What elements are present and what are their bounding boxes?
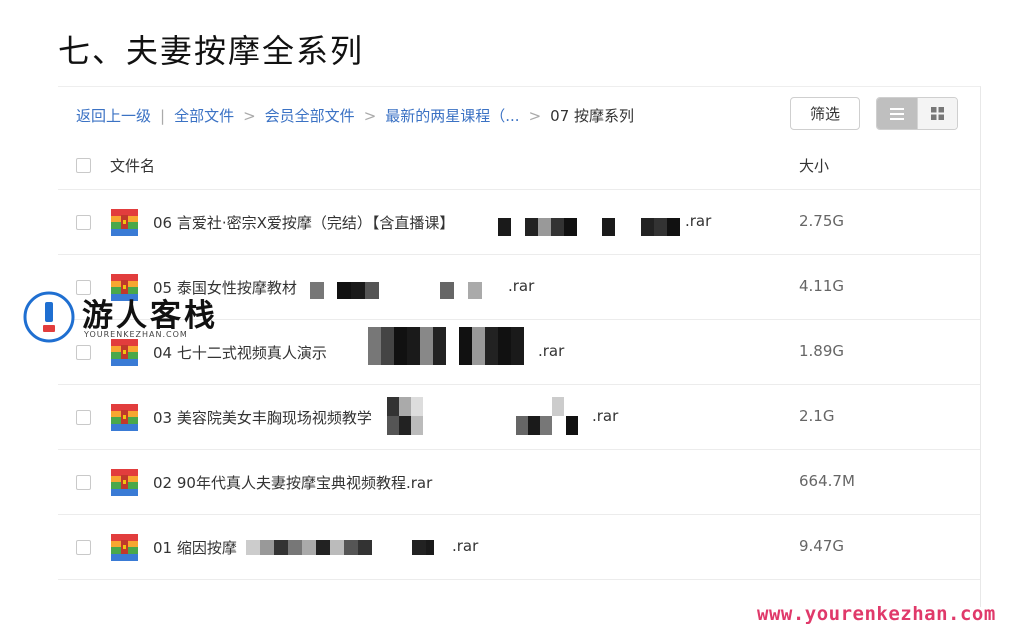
select-all-checkbox[interactable] (76, 158, 91, 173)
file-size: 2.1G (799, 407, 835, 425)
grid-view-button[interactable] (916, 98, 957, 129)
list-view-button[interactable] (877, 98, 917, 129)
watermark-title: 游人客栈 (82, 298, 218, 334)
file-name[interactable]: 03 美容院美女丰胸现场视频教学 (153, 407, 372, 428)
breadcrumb-separator: > (243, 106, 256, 125)
rar-archive-icon (111, 404, 138, 431)
file-name[interactable]: 06 言爱社·密宗X爱按摩（完结）【含直播课】 (153, 212, 454, 233)
column-header-name[interactable]: 文件名 (110, 155, 155, 176)
breadcrumb-separator: > (363, 106, 377, 125)
view-mode-toggle (876, 97, 958, 130)
filter-button[interactable]: 筛选 (790, 97, 860, 130)
file-name[interactable]: 02 90年代真人夫妻按摩宝典视频教程.rar (153, 472, 432, 493)
breadcrumb: 返回上一级 | 全部文件 > 会员全部文件 > 最新的两星课程（... > 07… (76, 105, 634, 126)
file-browser-panel: 返回上一级 | 全部文件 > 会员全部文件 > 最新的两星课程（... > 07… (58, 86, 981, 607)
file-size: 9.47G (799, 537, 845, 555)
table-row[interactable]: 06 言爱社·密宗X爱按摩（完结）【含直播课】 .rar 2.75G (58, 190, 980, 255)
site-watermark: 游人客栈 YOURENKEZHAN.COM (22, 290, 222, 344)
file-extension: .rar (592, 407, 619, 425)
file-size: 1.89G (799, 342, 845, 360)
table-row[interactable]: 02 90年代真人夫妻按摩宝典视频教程.rar 664.7M (58, 450, 980, 515)
file-size: 664.7M (799, 472, 855, 490)
list-icon (889, 107, 904, 120)
row-checkbox[interactable] (76, 475, 91, 490)
page-title: 七、夫妻按摩全系列 (58, 32, 365, 70)
back-link[interactable]: 返回上一级 (76, 105, 151, 126)
rar-archive-icon (111, 534, 138, 561)
row-checkbox[interactable] (76, 345, 91, 360)
row-checkbox[interactable] (76, 410, 91, 425)
rar-archive-icon (111, 469, 138, 496)
file-extension: .rar (685, 212, 712, 230)
row-checkbox[interactable] (76, 540, 91, 555)
breadcrumb-item-courses[interactable]: 最新的两星课程（... (385, 105, 519, 126)
table-header: 文件名 大小 (58, 141, 980, 190)
watermark-logo-icon (23, 291, 75, 343)
grid-icon (930, 107, 944, 120)
rar-archive-icon (111, 209, 138, 236)
file-extension: .rar (538, 342, 565, 360)
breadcrumb-separator: > (528, 106, 542, 125)
file-size: 2.75G (799, 212, 845, 230)
row-checkbox[interactable] (76, 215, 91, 230)
file-size: 4.11G (799, 277, 845, 295)
breadcrumb-item-all-files[interactable]: 全部文件 (174, 105, 234, 126)
column-header-size[interactable]: 大小 (799, 155, 829, 176)
file-name[interactable]: 01 缩因按摩 (153, 537, 237, 558)
table-row[interactable]: 03 美容院美女丰胸现场视频教学 .rar 2.1G (58, 385, 980, 450)
breadcrumb-item-current: 07 按摩系列 (550, 107, 635, 125)
table-row[interactable]: 01 缩因按摩 .rar 9.47G (58, 515, 980, 580)
file-name[interactable]: 04 七十二式视频真人演示 (153, 342, 327, 363)
breadcrumb-item-member-files[interactable]: 会员全部文件 (265, 105, 355, 126)
watermark-url: www.yourenkezhan.com (757, 603, 996, 625)
watermark-subtitle: YOURENKEZHAN.COM (84, 330, 188, 339)
file-extension: .rar (452, 537, 479, 555)
file-extension: .rar (508, 277, 535, 295)
breadcrumb-divider: | (160, 106, 166, 125)
